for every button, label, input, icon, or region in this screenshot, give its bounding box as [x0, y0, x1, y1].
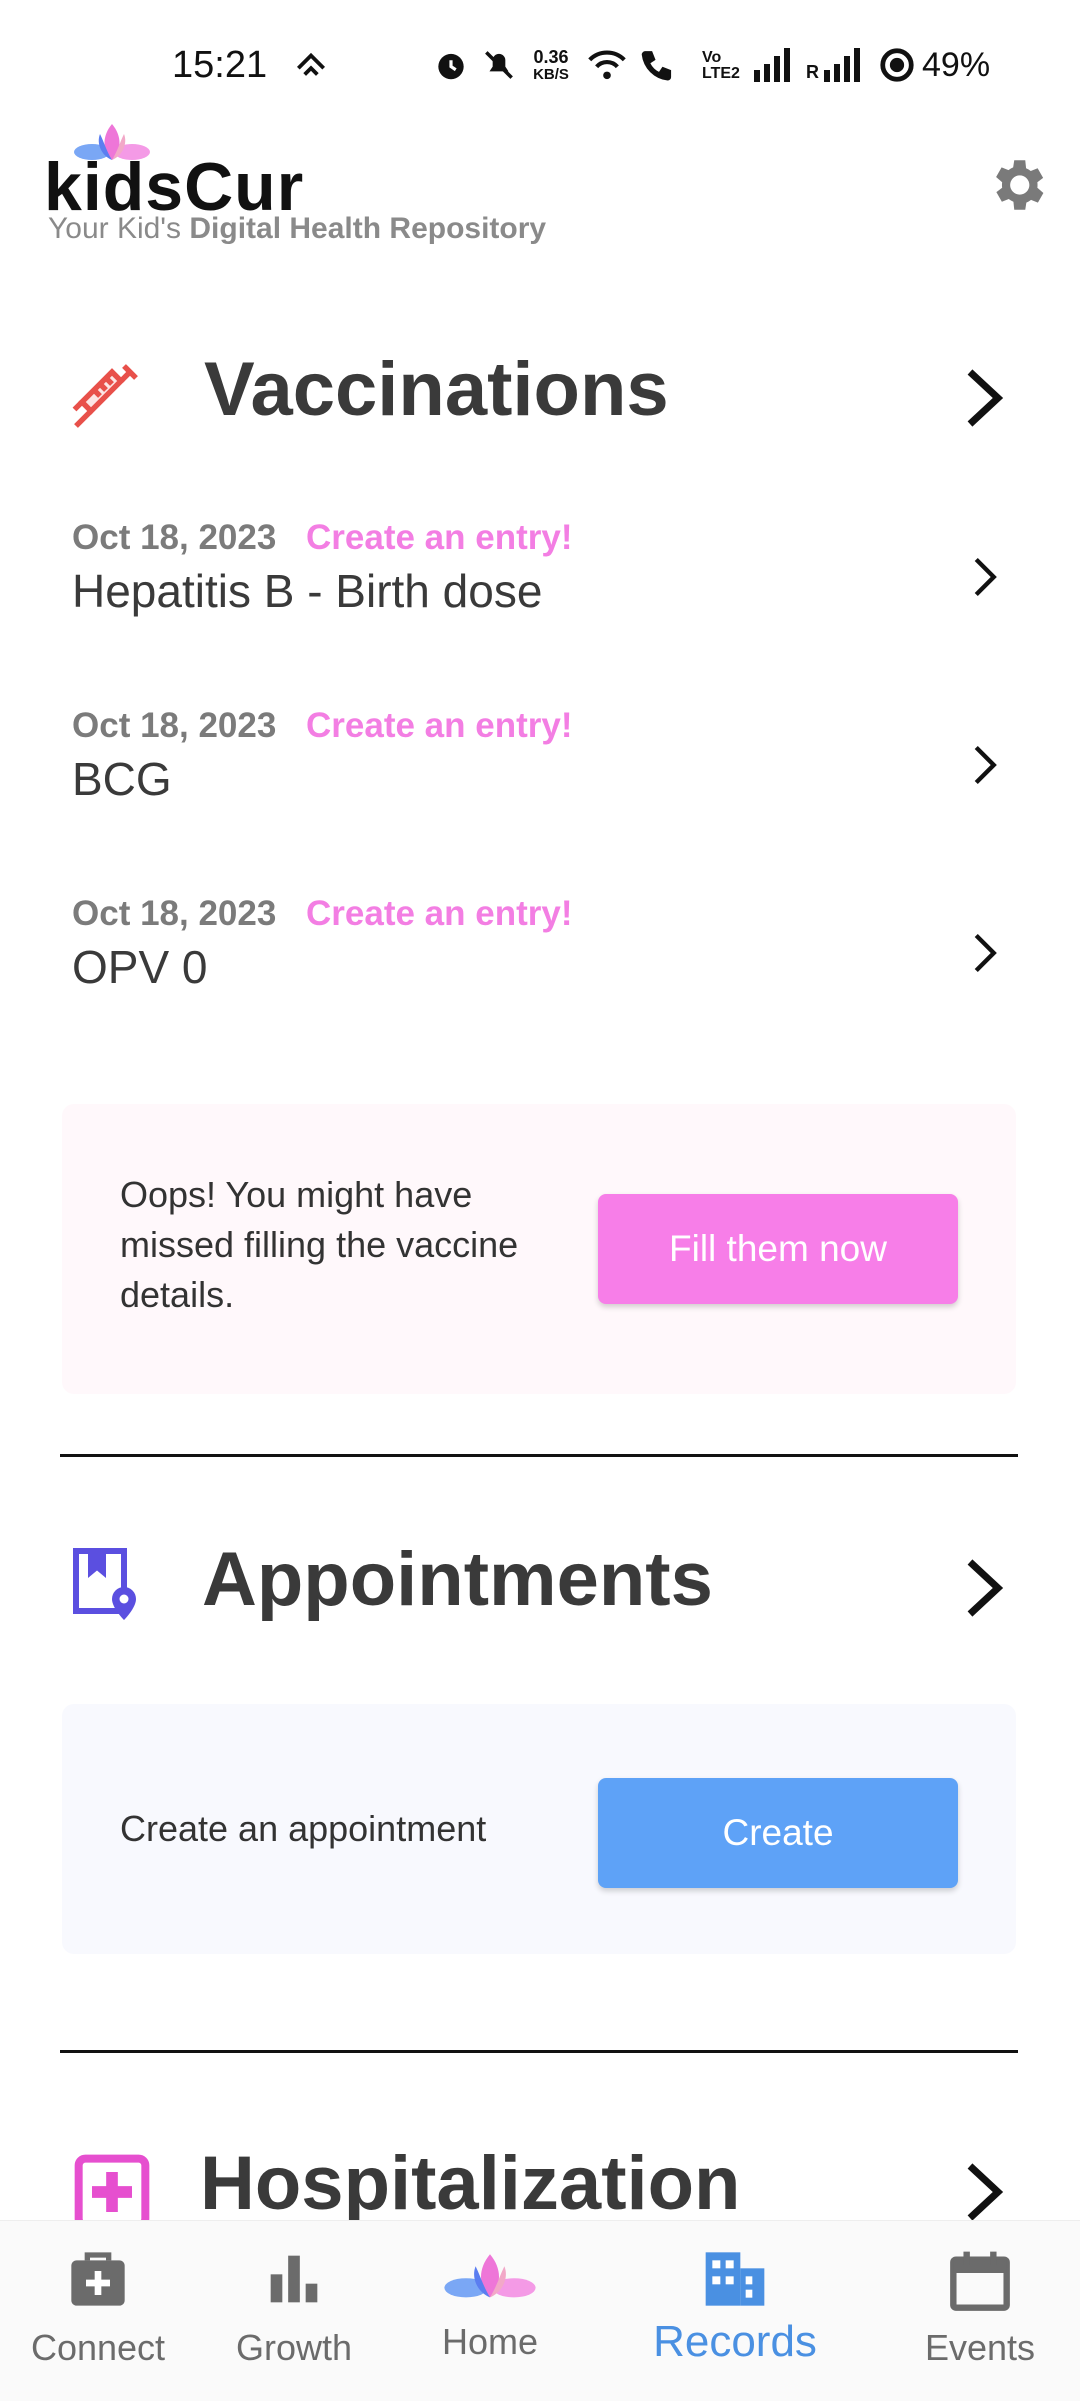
battery-level: 49% [922, 46, 991, 84]
vaccinations-chevron-right-icon [967, 369, 1004, 427]
bar-chart-icon [270, 2255, 318, 2303]
hospitalization-chevron-right-icon [967, 2163, 1004, 2220]
nav-label: Home [441, 2321, 539, 2362]
hospitalization-header[interactable]: Hospitalization [0, 2128, 1080, 2220]
vaccine-date: Oct 18, 2023 [72, 894, 277, 933]
nav-label: Events [924, 2327, 1036, 2368]
status-time: 15:21 [172, 44, 268, 86]
create-entry-link[interactable]: Create an entry! [306, 894, 572, 934]
vaccine-row[interactable]: Oct 18, 2023 Create an entry! OPV 0 [0, 882, 1080, 1012]
status-bar: 15:21 0.36 KB/S Vo LTE2 R 49% [0, 0, 1080, 130]
missed-vaccine-message: Oops! You might have missed filling the … [120, 1174, 519, 1315]
nav-home[interactable]: Home [392, 2221, 588, 2401]
create-entry-link[interactable]: Create an entry! [306, 518, 572, 558]
section-divider [60, 1454, 1018, 1457]
chevron-right-icon [974, 557, 997, 597]
lotus-icon [444, 2254, 536, 2298]
nav-records[interactable]: Records [640, 2221, 830, 2401]
vaccine-name: Hepatitis B - Birth dose [72, 565, 543, 617]
medical-bag-icon [71, 2252, 125, 2306]
signal-icon [754, 48, 790, 82]
chevron-right-icon [974, 745, 997, 785]
calendar-icon [950, 2251, 1010, 2311]
create-appointment-button[interactable]: Create [598, 1778, 958, 1888]
vaccinations-header[interactable]: Vaccinations [0, 330, 1080, 450]
section-divider [60, 2050, 1018, 2053]
nav-label: Growth [235, 2327, 353, 2368]
appointment-card: Create an appointment Create [62, 1704, 1016, 1954]
nav-connect[interactable]: Connect [0, 2221, 196, 2401]
volte-indicator: Vo LTE2 [702, 49, 740, 82]
bookmark-location-icon [73, 1548, 136, 1620]
roaming-indicator: R [806, 62, 819, 82]
nav-events[interactable]: Events [880, 2221, 1080, 2401]
chevron-right-icon [974, 933, 997, 973]
hotspot-icon [296, 52, 326, 76]
vaccine-date: Oct 18, 2023 [72, 706, 277, 745]
signal-icon-2 [824, 48, 860, 82]
medical-plus-icon [74, 2154, 150, 2220]
nav-growth[interactable]: Growth [196, 2221, 392, 2401]
wifi-calling-icon [641, 51, 672, 81]
nav-label-active: Records [653, 2317, 817, 2366]
vaccine-date: Oct 18, 2023 [72, 518, 277, 557]
building-icon [705, 2252, 765, 2306]
vaccinations-title: Vaccinations [204, 347, 669, 432]
appointments-chevron-right-icon [967, 1559, 1004, 1617]
wifi-icon [588, 50, 626, 80]
vaccine-name: OPV 0 [72, 941, 208, 993]
appointments-header[interactable]: Appointments [0, 1520, 1080, 1640]
appointments-title: Appointments [202, 1537, 713, 1622]
battery-ring-icon [880, 48, 914, 82]
fill-them-now-button[interactable]: Fill them now [598, 1194, 958, 1304]
app-logo: kidsCur Your Kid's Digital Health Reposi… [44, 120, 604, 250]
appointment-message: Create an appointment [120, 1808, 487, 1849]
syringe-icon [72, 364, 138, 428]
bottom-navigation: Connect Growth Home Records Events [0, 2220, 1080, 2401]
missed-vaccine-card: Oops! You might have missed filling the … [62, 1104, 1016, 1394]
mute-icon [485, 51, 513, 79]
nav-label: Connect [30, 2327, 166, 2368]
create-entry-link[interactable]: Create an entry! [306, 706, 572, 746]
hospitalization-title: Hospitalization [200, 2141, 741, 2220]
vaccine-row[interactable]: Oct 18, 2023 Create an entry! Hepatitis … [0, 506, 1080, 636]
logo-tagline: Your Kid's Digital Health Repository [48, 212, 547, 245]
net-speed: 0.36 KB/S [533, 47, 569, 83]
vaccine-name: BCG [72, 753, 172, 805]
alarm-icon [438, 53, 464, 80]
settings-gear-icon[interactable] [984, 152, 1050, 218]
vaccine-row[interactable]: Oct 18, 2023 Create an entry! BCG [0, 694, 1080, 824]
